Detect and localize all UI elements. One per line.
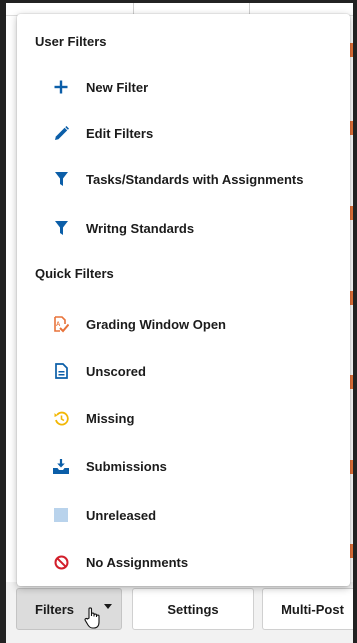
multi-post-button[interactable]: Multi-Post — [262, 588, 357, 630]
menu-item-label: No Assignments — [86, 554, 189, 570]
settings-button-label: Settings — [167, 601, 219, 617]
menu-item-label: Unreleased — [86, 507, 157, 523]
settings-button[interactable]: Settings — [132, 588, 254, 630]
menu-item-label: Writng Standards — [86, 220, 195, 236]
menu-item-label: New Filter — [86, 79, 149, 95]
menu-item-label: Grading Window Open — [86, 316, 226, 332]
square-icon — [53, 507, 69, 523]
menu-item-grading-window-open[interactable]: A Grading Window Open — [17, 304, 350, 344]
grid-score-marker — [350, 460, 353, 474]
pencil-icon — [53, 125, 69, 141]
document-icon — [53, 363, 69, 379]
bottom-toolbar: Filters Settings Multi-Post — [6, 582, 357, 643]
filters-dropdown-menu: User Filters New Filter Edit Filters Tas… — [17, 14, 350, 586]
funnel-icon — [53, 220, 69, 236]
menu-item-unreleased[interactable]: Unreleased — [17, 495, 350, 535]
menu-item-submissions[interactable]: Submissions — [17, 446, 350, 486]
menu-item-label: Missing — [86, 410, 135, 426]
inbox-download-icon — [53, 458, 69, 474]
multi-post-button-label: Multi-Post — [281, 601, 344, 617]
menu-item-no-assignments[interactable]: No Assignments — [17, 542, 350, 582]
plus-icon — [53, 79, 69, 95]
grid-score-marker — [350, 291, 353, 305]
history-icon — [53, 410, 69, 426]
grid-score-marker — [350, 121, 353, 135]
user-filters-heading: User Filters — [35, 34, 107, 49]
grid-score-marker — [350, 206, 353, 220]
menu-item-unscored[interactable]: Unscored — [17, 351, 350, 391]
chevron-down-icon — [104, 604, 112, 609]
grid-score-marker — [350, 43, 353, 57]
svg-text:A: A — [56, 322, 61, 328]
grid-score-marker — [350, 544, 353, 558]
menu-item-writng-standards[interactable]: Writng Standards — [17, 208, 350, 248]
grading-window-icon: A — [53, 315, 69, 332]
grid-score-marker — [350, 375, 353, 389]
menu-item-label: Edit Filters — [86, 125, 154, 141]
menu-item-new-filter[interactable]: New Filter — [17, 67, 350, 107]
menu-item-label: Tasks/Standards with Assignments — [86, 171, 304, 187]
menu-item-label: Unscored — [86, 363, 146, 379]
menu-item-missing[interactable]: Missing — [17, 398, 350, 438]
funnel-icon — [53, 171, 69, 187]
menu-item-label: Submissions — [86, 458, 167, 474]
prohibited-icon — [53, 554, 69, 570]
hand-pointer-cursor-icon — [84, 607, 100, 629]
menu-item-edit-filters[interactable]: Edit Filters — [17, 113, 350, 153]
filters-button[interactable]: Filters — [16, 588, 122, 630]
filters-button-label: Filters — [35, 601, 75, 617]
quick-filters-heading: Quick Filters — [35, 266, 114, 281]
menu-item-tasks-standards-with-assignments[interactable]: Tasks/Standards with Assignments — [17, 159, 350, 199]
